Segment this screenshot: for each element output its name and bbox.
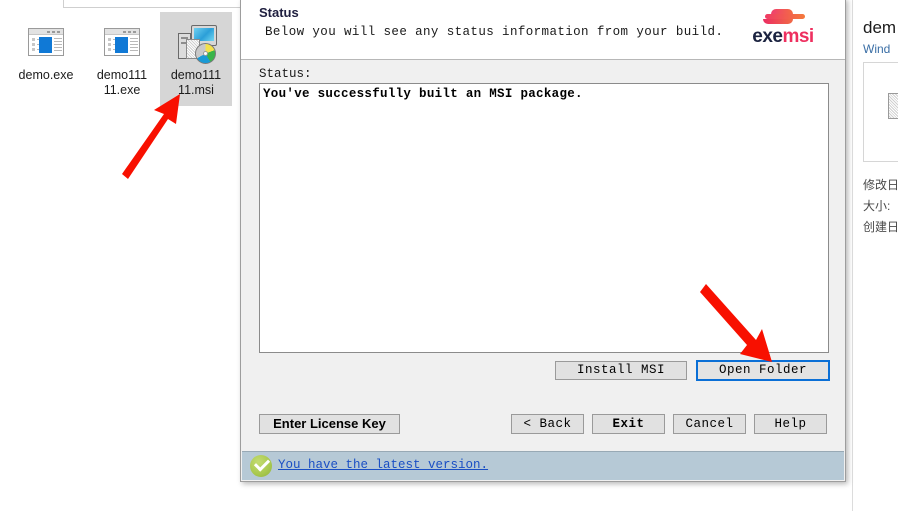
details-meta-created: 创建日 bbox=[863, 220, 898, 234]
status-output-box[interactable]: You've successfully built an MSI package… bbox=[259, 83, 829, 353]
page-subtitle: Below you will see any status informatio… bbox=[265, 25, 724, 39]
logo-text-msi: msi bbox=[782, 26, 814, 47]
exe-file-icon bbox=[22, 22, 70, 66]
details-subtitle: Wind bbox=[863, 42, 891, 56]
file-item-demo11111-exe[interactable]: demo111 11.exe bbox=[86, 12, 158, 97]
page-title: Status bbox=[259, 5, 299, 20]
details-title: dem bbox=[863, 18, 897, 37]
file-label: demo111 11.exe bbox=[96, 68, 148, 97]
exemsi-logo-icon: exemsi bbox=[739, 9, 827, 51]
file-label: demo111 11.msi bbox=[170, 68, 222, 97]
back-button[interactable]: < Back bbox=[511, 414, 584, 434]
green-check-icon bbox=[250, 455, 272, 477]
logo-text-exe: exe bbox=[752, 26, 783, 47]
exit-button[interactable]: Exit bbox=[592, 414, 665, 434]
screen-root: demo.exe demo111 11.exe demo111 11.msi d… bbox=[0, 0, 898, 511]
file-item-demo-exe[interactable]: demo.exe bbox=[10, 12, 82, 90]
file-item-demo11111-msi[interactable]: demo111 11.msi bbox=[160, 12, 232, 106]
details-meta-modified: 修改日 bbox=[863, 178, 898, 192]
help-button[interactable]: Help bbox=[754, 414, 827, 434]
dialog-footer-bar: You have the latest version. bbox=[242, 451, 844, 480]
details-panel: dem Wind 修改日 大小: 创建日 bbox=[852, 0, 898, 511]
cancel-button[interactable]: Cancel bbox=[673, 414, 746, 434]
explorer-search-bar[interactable] bbox=[63, 0, 243, 8]
exe-file-icon bbox=[98, 22, 146, 66]
file-label: demo.exe bbox=[18, 68, 74, 82]
enter-license-key-button[interactable]: Enter License Key bbox=[259, 414, 400, 434]
details-meta-size: 大小: bbox=[863, 199, 891, 213]
dialog-header: Status Below you will see any status inf… bbox=[241, 0, 845, 60]
status-message: You've successfully built an MSI package… bbox=[263, 87, 583, 101]
status-label: Status: bbox=[259, 67, 312, 81]
details-preview-thumbnail bbox=[863, 62, 898, 162]
install-msi-button[interactable]: Install MSI bbox=[555, 361, 687, 380]
open-folder-button[interactable]: Open Folder bbox=[696, 360, 830, 381]
msi-file-icon bbox=[172, 22, 220, 66]
latest-version-link[interactable]: You have the latest version. bbox=[278, 458, 488, 472]
msi-wrapper-dialog: Status Below you will see any status inf… bbox=[240, 0, 846, 482]
